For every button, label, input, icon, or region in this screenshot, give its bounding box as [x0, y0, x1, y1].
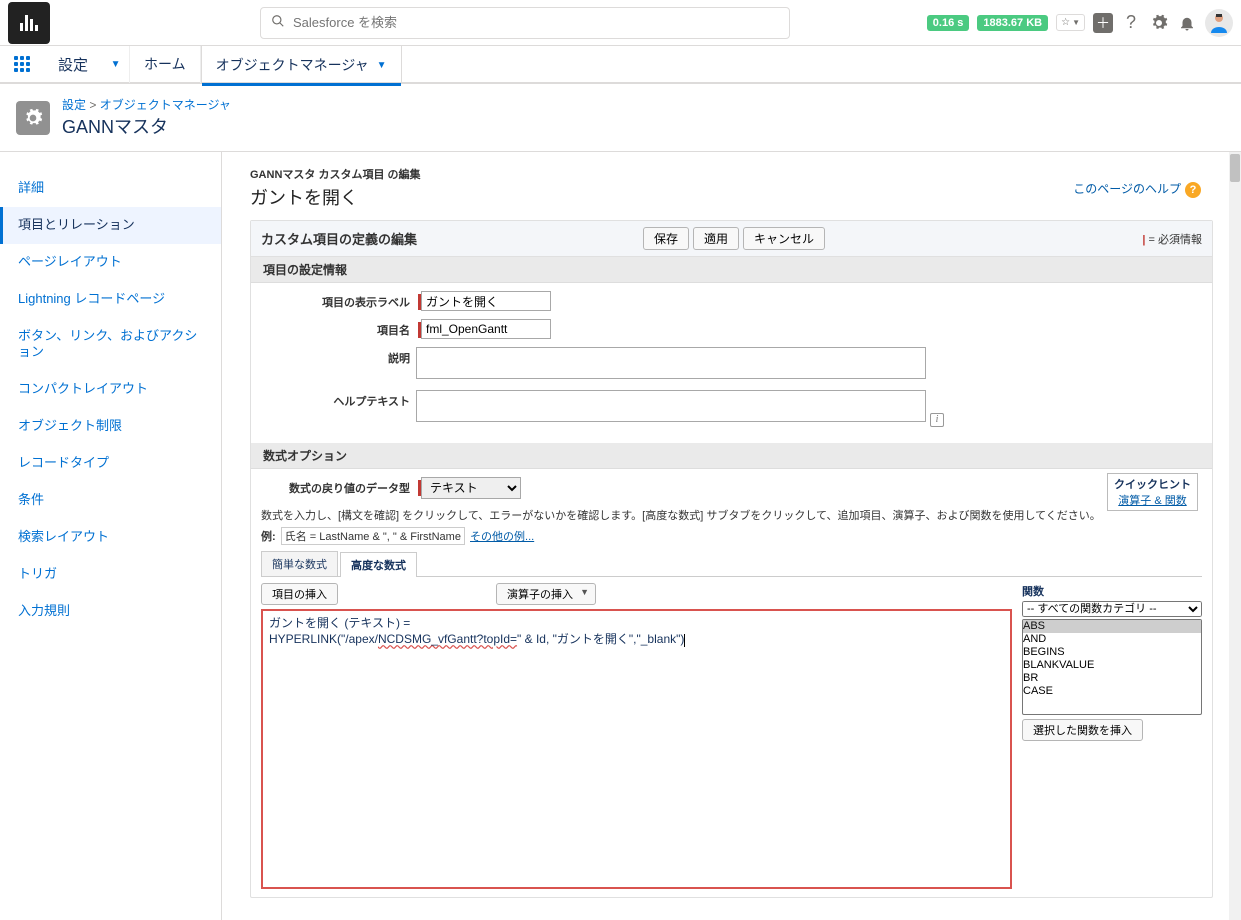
help-icon[interactable]: ?	[1121, 13, 1141, 33]
sidebar-item-10[interactable]: トリガ	[0, 556, 221, 593]
favorite-toggle[interactable]: ☆ ▼	[1056, 14, 1085, 31]
formula-example: 例: 氏名 = LastName & ", " & FirstName その他の…	[261, 527, 1202, 545]
sidebar-item-5[interactable]: コンパクトレイアウト	[0, 371, 221, 408]
setup-gear-icon[interactable]	[1149, 13, 1169, 33]
sidebar-item-0[interactable]: 詳細	[0, 170, 221, 207]
tab-simple-formula[interactable]: 簡単な数式	[261, 551, 338, 576]
sidebar-item-11[interactable]: 入力規則	[0, 593, 221, 630]
input-helptext[interactable]	[416, 390, 926, 422]
select-return-type[interactable]: テキスト	[421, 477, 521, 499]
label-description: 説明	[261, 347, 416, 366]
global-search	[260, 7, 790, 39]
label-display-label: 項目の表示ラベル	[261, 291, 416, 310]
quick-tips-link[interactable]: 演算子 & 関数	[1118, 495, 1186, 507]
main-content: このページのヘルプ? GANNマスタ カスタム項目 の編集 ガントを開く カスタ…	[222, 152, 1241, 920]
context-nav: 設定 ▼ ホーム オブジェクトマネージャ▼	[0, 46, 1241, 84]
function-list[interactable]: ABSANDBEGINSBLANKVALUEBRCASE	[1022, 619, 1202, 715]
input-field-name[interactable]	[421, 319, 551, 339]
breadcrumb-setup[interactable]: 設定	[62, 98, 86, 112]
notifications-icon[interactable]	[1177, 13, 1197, 33]
edit-panel: カスタム項目の定義の編集 保存 適用 キャンセル | = 必須情報 項目の設定情…	[250, 220, 1213, 898]
breadcrumb: 設定 > オブジェクトマネージャ	[62, 96, 231, 113]
app-launcher-icon[interactable]	[0, 45, 44, 83]
perf-size-badge: 1883.67 KB	[977, 15, 1048, 31]
field-title: ガントを開く	[250, 184, 1213, 210]
sidebar-item-3[interactable]: Lightning レコードページ	[0, 281, 221, 318]
global-actions-icon[interactable]: ＋	[1093, 13, 1113, 33]
formula-editor[interactable]: ガントを開く (テキスト) = HYPERLINK("/apex/NCDSMG_…	[261, 609, 1012, 889]
label-return-type: 数式の戻り値のデータ型	[261, 477, 416, 496]
label-field-name: 項目名	[261, 319, 416, 338]
insert-operator-button[interactable]: 演算子の挿入	[496, 583, 596, 605]
search-input[interactable]	[293, 15, 779, 30]
label-helptext: ヘルプテキスト	[261, 390, 416, 409]
sidebar-item-4[interactable]: ボタン、リンク、およびアクション	[0, 318, 221, 372]
nav-home[interactable]: ホーム	[130, 45, 201, 83]
page-header: 設定 > オブジェクトマネージャ GANNマスタ	[0, 84, 1241, 152]
user-avatar[interactable]	[1205, 9, 1233, 37]
apply-button[interactable]: 適用	[693, 227, 739, 250]
panel-title: カスタム項目の定義の編集	[261, 229, 417, 248]
tab-advanced-formula[interactable]: 高度な数式	[340, 552, 417, 577]
cancel-button[interactable]: キャンセル	[743, 227, 825, 250]
input-display-label[interactable]	[421, 291, 551, 311]
save-button[interactable]: 保存	[643, 227, 689, 250]
insert-function-button[interactable]: 選択した関数を挿入	[1022, 719, 1143, 741]
nav-setup[interactable]: 設定	[44, 45, 102, 83]
nav-object-manager[interactable]: オブジェクトマネージャ▼	[201, 46, 402, 84]
help-badge-icon: ?	[1185, 182, 1201, 198]
insert-field-button[interactable]: 項目の挿入	[261, 583, 338, 605]
chevron-down-icon: ▼	[377, 60, 387, 71]
section-formula-options: 数式オプション	[251, 443, 1212, 469]
perf-time-badge: 0.16 s	[927, 15, 970, 31]
page-title: GANNマスタ	[62, 113, 231, 139]
sidebar-item-9[interactable]: 検索レイアウト	[0, 519, 221, 556]
function-category-select[interactable]: -- すべての関数カテゴリ --	[1022, 601, 1202, 617]
global-header: 0.16 s 1883.67 KB ☆ ▼ ＋ ?	[0, 0, 1241, 46]
sidebar-item-8[interactable]: 条件	[0, 482, 221, 519]
quick-tips-box: クイックヒント 演算子 & 関数	[1107, 473, 1198, 511]
search-icon	[271, 14, 285, 31]
record-gear-icon	[16, 101, 50, 135]
object-sidebar: 詳細項目とリレーションページレイアウトLightning レコードページボタン、…	[0, 152, 222, 920]
scrollbar-vertical[interactable]	[1229, 152, 1241, 920]
formula-hint: 数式を入力し、[構文を確認] をクリックして、エラーがないかを確認します。[高度…	[261, 507, 1202, 523]
more-examples-link[interactable]: その他の例...	[470, 531, 534, 543]
edit-crumb: GANNマスタ カスタム項目 の編集	[250, 166, 1213, 182]
required-legend: | = 必須情報	[1142, 231, 1202, 247]
app-logo	[8, 2, 50, 44]
functions-label: 関数	[1022, 583, 1202, 599]
sidebar-item-7[interactable]: レコードタイプ	[0, 445, 221, 482]
info-icon[interactable]: i	[930, 413, 944, 427]
sidebar-item-2[interactable]: ページレイアウト	[0, 244, 221, 281]
sidebar-item-1[interactable]: 項目とリレーション	[0, 207, 221, 244]
breadcrumb-objmgr[interactable]: オブジェクトマネージャ	[100, 98, 231, 112]
sidebar-item-6[interactable]: オブジェクト制限	[0, 408, 221, 445]
input-description[interactable]	[416, 347, 926, 379]
nav-setup-dropdown[interactable]: ▼	[102, 45, 130, 83]
section-field-info: 項目の設定情報	[251, 257, 1212, 283]
page-help-link[interactable]: このページのヘルプ?	[1073, 180, 1201, 198]
